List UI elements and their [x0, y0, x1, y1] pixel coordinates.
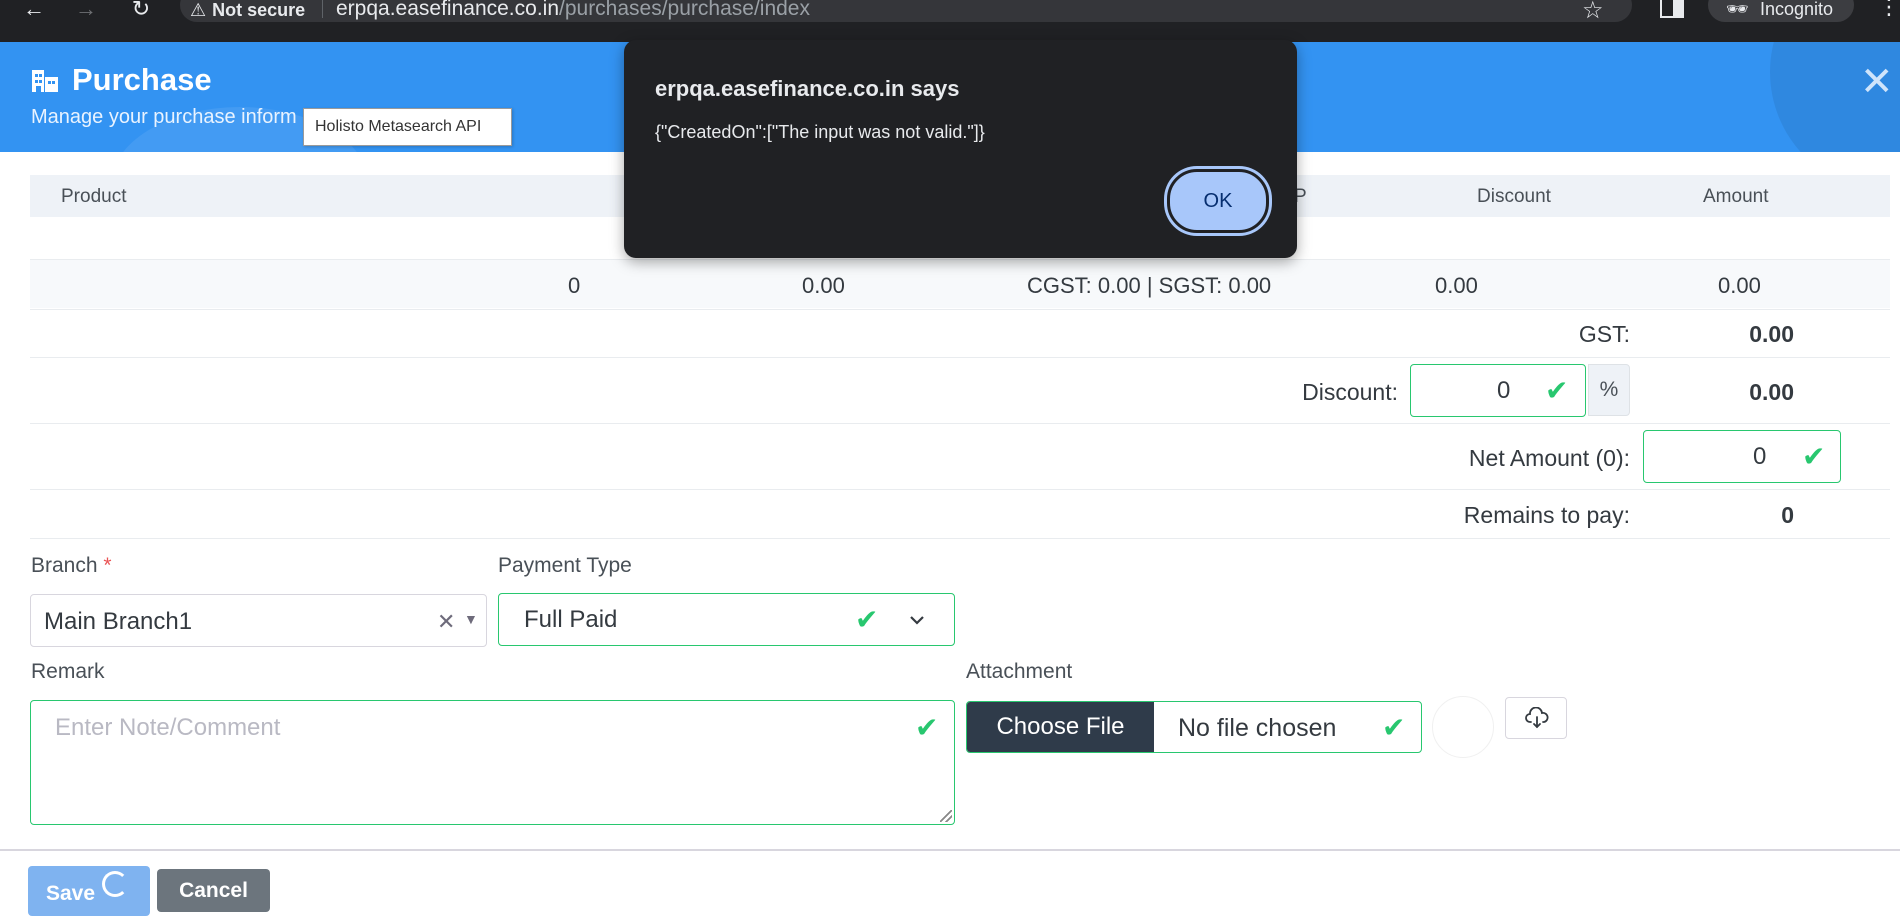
reload-icon[interactable]: ↻	[126, 0, 156, 22]
total-rate: 0.00	[802, 273, 845, 298]
browser-menu-icon[interactable]: ⋮	[1878, 0, 1900, 20]
payment-type-value: Full Paid	[524, 606, 618, 633]
branch-select[interactable]: Main Branch1 ✕ ▼	[30, 594, 487, 647]
attachment-label: Attachment	[966, 660, 1073, 683]
save-label: Save	[46, 882, 96, 905]
column-header-amount: Amount	[1703, 186, 1769, 207]
remains-label: Remains to pay:	[1463, 502, 1630, 528]
check-icon: ✔	[915, 712, 939, 743]
ok-button[interactable]: OK	[1167, 169, 1269, 233]
check-icon: ✔	[1382, 712, 1406, 743]
net-amount-label: Net Amount (0):	[1468, 445, 1630, 471]
bookmark-star-icon[interactable]: ☆	[1582, 0, 1604, 25]
check-icon: ✔	[1545, 375, 1569, 406]
dialog-title: erpqa.easefinance.co.in says	[655, 76, 960, 101]
url-host: erpqa.easefinance.co.in	[336, 0, 559, 20]
net-amount-input[interactable]: 0 ✔	[1643, 430, 1841, 483]
back-icon[interactable]: ←	[19, 0, 49, 22]
url-text[interactable]: erpqa.easefinance.co.in/purchases/purcha…	[336, 0, 810, 20]
total-discount: 0.00	[1435, 273, 1478, 298]
page-title: Purchase	[72, 62, 212, 97]
branch-label: Branch *	[31, 554, 112, 578]
save-button[interactable]: Save	[28, 866, 150, 916]
divider	[30, 309, 1890, 310]
column-header-discount: Discount	[1477, 186, 1551, 207]
total-amount: 0.00	[1718, 273, 1761, 298]
remains-value: 0	[1781, 502, 1794, 528]
percent-addon: %	[1588, 364, 1630, 416]
incognito-chip[interactable]: 🕶 Incognito	[1708, 0, 1854, 22]
warning-icon: ⚠	[190, 0, 207, 20]
close-icon[interactable]: ✕	[1860, 62, 1894, 102]
chevron-down-icon	[910, 616, 924, 625]
divider	[30, 357, 1890, 358]
file-input[interactable]: Choose File No file chosen ✔	[966, 701, 1422, 753]
remark-textarea[interactable]: Enter Note/Comment ✔	[30, 700, 955, 825]
remark-placeholder: Enter Note/Comment	[55, 714, 281, 741]
discount-value: 0.00	[1749, 379, 1794, 405]
branch-label-text: Branch	[31, 554, 98, 577]
security-label: Not secure	[212, 0, 306, 20]
cancel-button[interactable]: Cancel	[157, 869, 270, 912]
cloud-download-icon	[1525, 707, 1549, 729]
divider	[322, 0, 323, 18]
clear-icon[interactable]: ✕	[437, 609, 455, 635]
total-tax: CGST: 0.00 | SGST: 0.00	[1027, 273, 1272, 298]
building-icon	[32, 70, 58, 92]
discount-input-value: 0	[1497, 377, 1511, 404]
browser-toolbar: ← → ↻ ⚠ Not secure erpqa.easefinance.co.…	[0, 0, 1900, 42]
required-mark: *	[103, 554, 112, 577]
dialog-message: {"CreatedOn":["The input was not valid."…	[655, 122, 985, 142]
upload-button[interactable]	[1505, 697, 1567, 739]
loading-placeholder	[1432, 696, 1494, 758]
loading-spinner-icon	[102, 871, 128, 897]
divider	[30, 489, 1890, 490]
alert-dialog: erpqa.easefinance.co.in says {"CreatedOn…	[624, 40, 1297, 258]
incognito-label: Incognito	[1760, 0, 1834, 19]
caret-down-icon[interactable]: ▼	[464, 611, 478, 627]
incognito-icon: 🕶	[1726, 0, 1749, 19]
security-chip[interactable]: ⚠ Not secure	[190, 0, 305, 20]
net-amount-input-value: 0	[1753, 443, 1767, 470]
choose-file-button[interactable]: Choose File	[967, 702, 1154, 752]
check-icon: ✔	[1802, 441, 1826, 472]
divider	[30, 538, 1890, 539]
forward-icon[interactable]: →	[71, 0, 101, 22]
divider	[30, 423, 1890, 424]
remark-label: Remark	[31, 660, 105, 683]
gst-label: GST:	[1578, 321, 1630, 347]
resize-handle[interactable]	[940, 810, 952, 822]
url-path: /purchases/purchase/index	[559, 0, 810, 20]
side-panel-icon[interactable]	[1660, 0, 1684, 18]
discount-label: Discount:	[1302, 379, 1398, 405]
totals-row: 0 0.00 CGST: 0.00 | SGST: 0.00 0.00 0.00	[30, 260, 1890, 308]
check-icon: ✔	[855, 604, 879, 635]
page-subtitle: Manage your purchase inform	[31, 106, 297, 128]
payment-type-select[interactable]: Full Paid ✔	[498, 593, 955, 646]
branch-value: Main Branch1	[44, 608, 193, 635]
divider	[0, 849, 1900, 851]
column-header-product: Product	[61, 186, 127, 207]
payment-type-label: Payment Type	[498, 554, 632, 577]
discount-input[interactable]: 0 ✔	[1410, 364, 1586, 417]
gst-value: 0.00	[1749, 321, 1794, 347]
total-qty: 0	[568, 273, 581, 298]
file-status: No file chosen	[1178, 714, 1337, 742]
tooltip: Holisto Metasearch API	[303, 108, 512, 146]
